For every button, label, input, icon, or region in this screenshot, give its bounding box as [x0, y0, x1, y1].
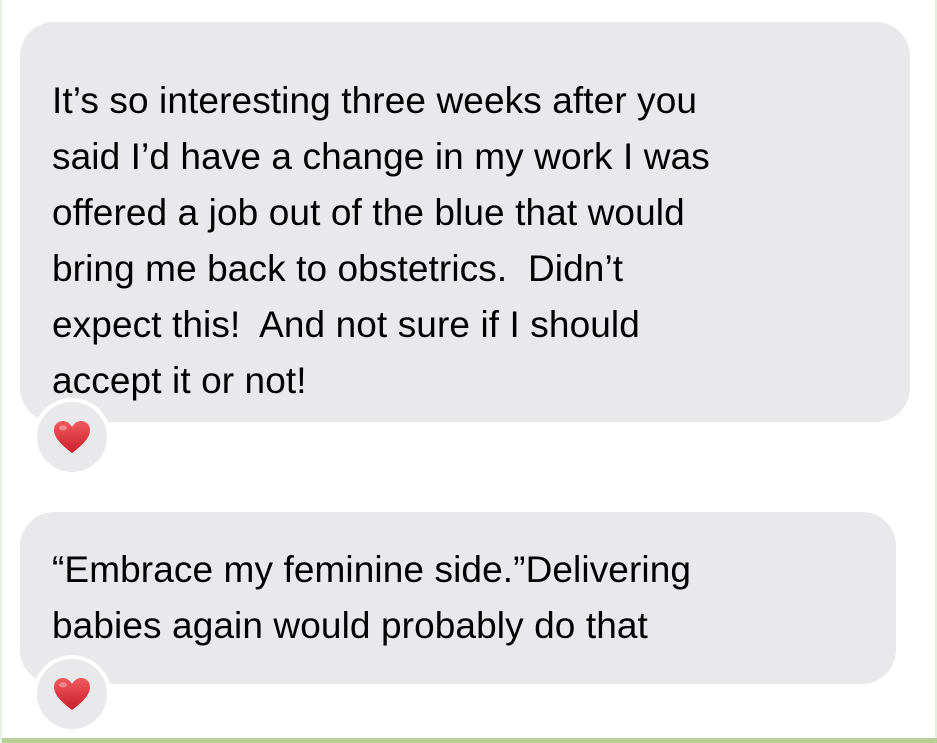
message-bubble[interactable]: “Embrace my feminine side.”Delivering ba… [20, 512, 896, 684]
reaction-badge[interactable] [33, 655, 111, 733]
message-text-line: It’s so interesting three weeks after yo… [52, 80, 698, 121]
conversation-view: It’s so interesting three weeks after yo… [0, 0, 937, 743]
message-text-line: bring me back to obstetrics. Didn’t [52, 248, 624, 289]
message-text-line: babies again would probably do that [52, 605, 648, 646]
message-bubble[interactable]: It’s so interesting three weeks after yo… [20, 22, 910, 422]
heart-icon [53, 677, 91, 711]
bottom-strip [2, 738, 937, 743]
heart-icon [53, 420, 91, 454]
reaction-badge[interactable] [33, 398, 111, 476]
message-text-line: said I’d have a change in my work I was [52, 136, 710, 177]
message-text-line: expect this! And not sure if I should [52, 304, 640, 345]
message-text-line: “Embrace my feminine side.”Delivering [52, 549, 692, 590]
message-text-line: offered a job out of the blue that would [52, 192, 685, 233]
message-text-line: accept it or not! [52, 360, 307, 401]
